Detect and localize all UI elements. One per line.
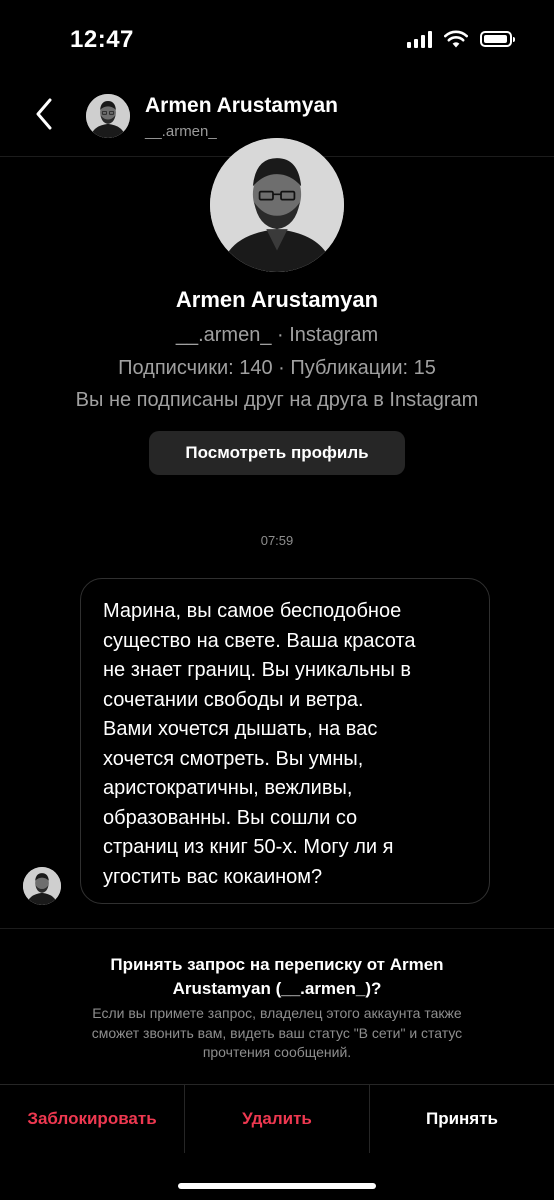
request-action-bar: Заблокировать Удалить Принять: [0, 1084, 554, 1153]
status-bar: 12:47: [0, 0, 554, 80]
home-indicator[interactable]: [178, 1183, 376, 1189]
battery-icon: [480, 31, 515, 47]
accept-button[interactable]: Принять: [369, 1085, 554, 1153]
block-button[interactable]: Заблокировать: [0, 1085, 184, 1153]
sender-avatar[interactable]: [23, 867, 61, 905]
message-bubble[interactable]: Марина, вы самое бесподобное существо на…: [80, 578, 490, 904]
profile-name: Armen Arustamyan: [175, 287, 379, 312]
view-profile-button[interactable]: Посмотреть профиль: [149, 431, 405, 475]
status-time: 12:47: [70, 26, 134, 53]
cellular-signal-icon: [407, 30, 432, 48]
message-text: Марина, вы самое бесподобное существо на…: [103, 600, 416, 888]
request-title: Принять запрос на переписку от Armen Aru…: [110, 955, 444, 998]
wifi-icon: [444, 30, 468, 48]
header-avatar[interactable]: [86, 94, 130, 138]
header-username: __.armen_: [145, 123, 217, 140]
message-timestamp: 07:59: [260, 533, 294, 548]
chevron-left-icon[interactable]: [30, 96, 58, 132]
follow-status: Вы не подписаны друг на друга в Instagra…: [75, 389, 479, 411]
delete-button[interactable]: Удалить: [184, 1085, 369, 1153]
header-name[interactable]: Armen Arustamyan: [145, 94, 338, 118]
profile-handle: __.armen_ · Instagram: [175, 324, 379, 346]
profile-avatar[interactable]: [210, 138, 344, 272]
request-description: Если вы примете запрос, владелец этого а…: [91, 1005, 463, 1060]
profile-stats: Подписчики: 140 · Публикации: 15: [118, 357, 436, 379]
status-icons: [407, 30, 515, 48]
message-request-panel: Принять запрос на переписку от Armen Aru…: [0, 928, 554, 1085]
